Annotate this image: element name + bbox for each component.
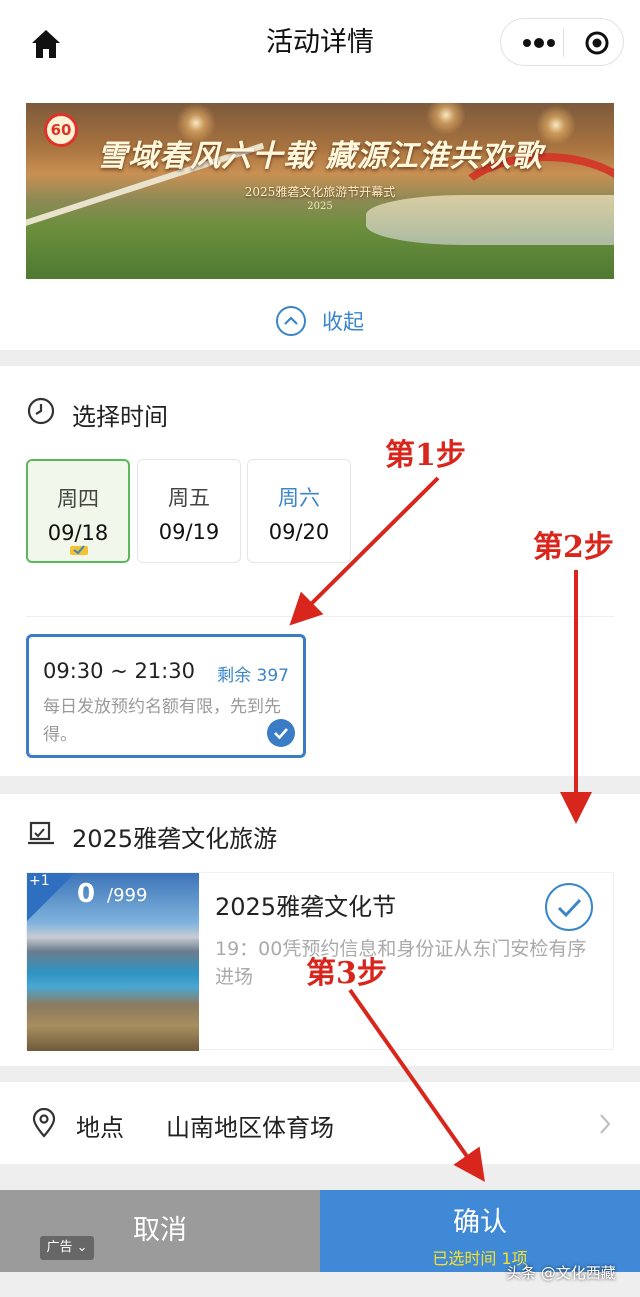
capacity-total: /999 (107, 885, 148, 906)
banner-card: 60 雪域春风六十载 藏源江淮共欢歌 2025雅砻文化旅游节开幕式 2025 收… (0, 86, 640, 350)
watermark: 头条 @文化西藏 (506, 1264, 616, 1282)
confirm-button[interactable]: 确认 已选时间 1项 (320, 1190, 640, 1272)
event-thumbnail: +1 0 /999 (27, 873, 199, 1051)
bottom-action-bar: 取消 确认 已选时间 1项 (0, 1190, 640, 1272)
date-value: 09/19 (158, 520, 220, 544)
step3-annotation: 第3步 (306, 956, 387, 991)
mini-program-capsule (500, 18, 624, 66)
plus-badge: +1 (29, 873, 50, 889)
date-option-thu[interactable]: 周四 09/18 (26, 459, 130, 563)
selected-check-icon (70, 541, 88, 555)
booked-count: 0 (77, 879, 96, 909)
banner-subtitle-small: 2025 (307, 201, 333, 212)
time-section-header: 选择时间 (26, 396, 168, 432)
slot-description: 每日发放预约名额有限，先到先得。 (43, 697, 281, 745)
event-card: 2025雅砻文化旅游 +1 0 /999 2025雅砻文化节 19：00凭预约信… (0, 794, 640, 1066)
event-name: 2025雅砻文化节 (215, 893, 397, 921)
location-value: 山南地区体育场 (166, 1114, 334, 1142)
time-selection-card: 选择时间 周四 09/18 周五 09/19 周六 09/20 09:30 ~ … (0, 366, 640, 776)
event-section-title: 2025雅砻文化旅游 (72, 824, 278, 853)
nav-bar: 活动详情 (0, 0, 640, 86)
step2-annotation: 第2步 (533, 530, 614, 565)
ad-tag-label: 广告 (46, 1240, 73, 1255)
check-icon (267, 719, 295, 747)
event-section-header: 2025雅砻文化旅游 (26, 818, 277, 854)
date-option-fri[interactable]: 周五 09/19 (137, 459, 241, 563)
step1-annotation: 第1步 (385, 438, 466, 473)
confirm-label: 确认 (453, 1207, 507, 1238)
location-row[interactable]: 地点 山南地区体育场 (0, 1082, 640, 1164)
location-label: 地点 (76, 1114, 124, 1142)
date-weekday: 周四 (57, 487, 99, 511)
event-check-icon[interactable] (545, 883, 593, 931)
event-banner-image: 60 雪域春风六十载 藏源江淮共欢歌 2025雅砻文化旅游节开幕式 2025 (26, 103, 614, 279)
clock-icon (26, 396, 56, 432)
banner-subtitle: 2025雅砻文化旅游节开幕式 (244, 185, 396, 199)
divider (26, 616, 614, 617)
collapse-button[interactable]: 收起 (0, 306, 640, 336)
event-description: 19：00凭预约信息和身份证从东门安检有序进场 (215, 938, 587, 988)
chevron-up-icon (276, 306, 306, 336)
collapse-label: 收起 (322, 310, 364, 334)
time-slot-card[interactable]: 09:30 ~ 21:30 剩余 397 每日发放预约名额有限，先到先得。 (26, 634, 306, 758)
date-weekday: 周六 (278, 486, 320, 510)
ticket-icon (26, 818, 56, 854)
slot-time: 09:30 ~ 21:30 (43, 659, 195, 683)
chevron-right-icon (598, 1112, 612, 1140)
date-option-sat[interactable]: 周六 09/20 (247, 459, 351, 563)
ad-tag[interactable]: 广告 ⌄ (40, 1236, 94, 1260)
capsule-divider (563, 29, 564, 57)
time-section-title: 选择时间 (72, 402, 168, 431)
banner-title: 雪域春风六十载 藏源江淮共欢歌 (97, 139, 543, 174)
date-weekday: 周五 (168, 486, 210, 510)
close-miniprogram-icon[interactable] (585, 31, 609, 55)
slot-remaining: 剩余 397 (217, 666, 289, 686)
date-value: 09/20 (268, 520, 330, 544)
more-icon[interactable] (519, 33, 559, 53)
location-pin-icon (30, 1107, 58, 1142)
